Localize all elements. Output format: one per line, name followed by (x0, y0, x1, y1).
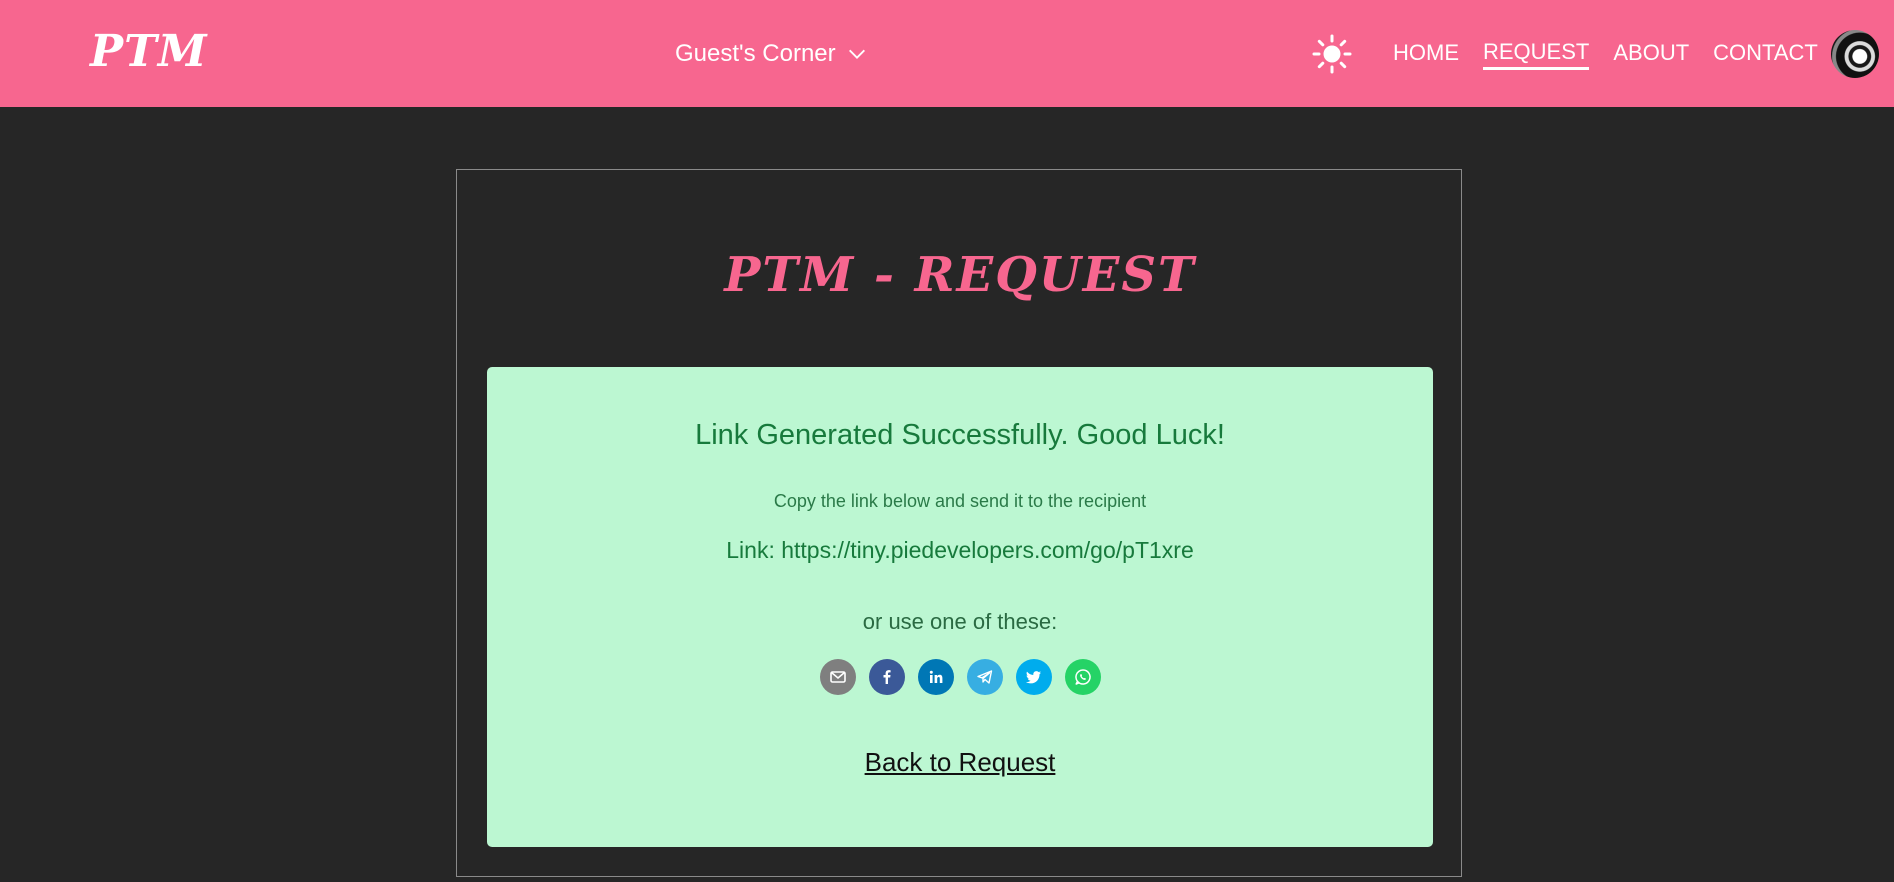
user-avatar[interactable] (1831, 30, 1879, 78)
share-twitter-button[interactable] (1015, 659, 1052, 695)
guest-corner-dropdown[interactable]: Guest's Corner (675, 36, 868, 72)
email-icon (829, 671, 846, 683)
top-navbar: PTM Guest's Corner HOME REQUEST ABOUT CO… (0, 0, 1894, 107)
guest-corner-label: Guest's Corner (675, 40, 836, 67)
telegram-icon (976, 670, 992, 684)
facebook-icon (883, 670, 891, 684)
share-linkedin-button[interactable] (917, 659, 954, 695)
share-whatsapp-button[interactable] (1064, 659, 1101, 695)
success-heading: Link Generated Successfully. Good Luck! (695, 419, 1225, 451)
chevron-down-icon (848, 49, 865, 59)
page-title: PTM - REQUEST (724, 247, 1196, 303)
share-telegram-button[interactable] (966, 659, 1003, 695)
success-panel: Link Generated Successfully. Good Luck! … (487, 367, 1433, 847)
brand-logo[interactable]: PTM (90, 22, 208, 82)
share-buttons (487, 659, 1433, 695)
whatsapp-icon (1074, 669, 1091, 685)
nav-contact[interactable]: CONTACT (1713, 40, 1818, 68)
main-nav: HOME REQUEST ABOUT CONTACT (1393, 36, 1818, 72)
linkedin-icon (929, 670, 942, 683)
share-prompt: or use one of these: (862, 609, 1058, 634)
nav-home[interactable]: HOME (1393, 40, 1459, 68)
share-facebook-button[interactable] (868, 659, 905, 695)
back-to-request-link[interactable]: Back to Request (487, 747, 1433, 778)
sun-icon (1312, 34, 1352, 74)
success-subtext: Copy the link below and send it to the r… (773, 491, 1147, 511)
nav-request[interactable]: REQUEST (1483, 39, 1590, 70)
request-card: PTM - REQUEST Link Generated Successfull… (456, 169, 1462, 877)
nav-about[interactable]: ABOUT (1613, 40, 1689, 68)
theme-toggle-button[interactable] (1312, 34, 1352, 74)
share-email-button[interactable] (819, 659, 856, 695)
generated-link[interactable]: Link: https://tiny.piedevelopers.com/go/… (487, 537, 1433, 564)
twitter-icon (1025, 671, 1041, 684)
